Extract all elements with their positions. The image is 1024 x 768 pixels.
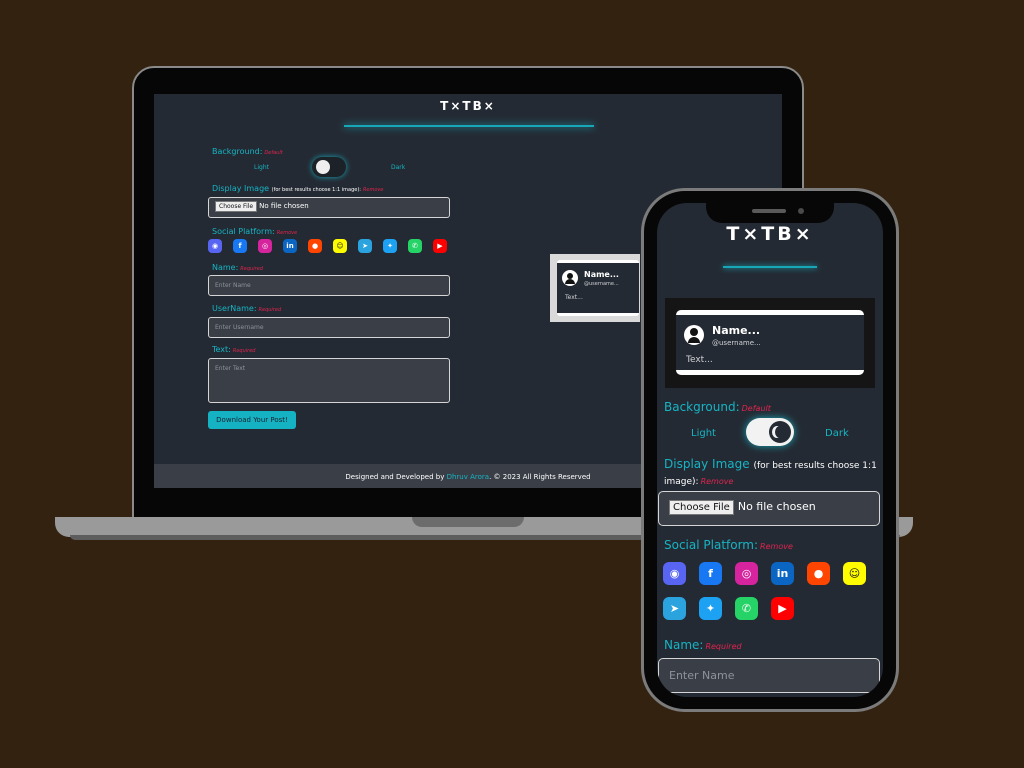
linkedin-icon[interactable]: in	[771, 562, 794, 585]
reddit-icon[interactable]: ●	[807, 562, 830, 585]
light-label: Light	[254, 164, 269, 171]
preview-username: @username...	[584, 281, 619, 287]
header-divider	[344, 125, 594, 127]
toggle-knob	[316, 160, 330, 174]
username-label: UserName: Required	[212, 304, 282, 313]
name-input[interactable]: Enter Name	[658, 658, 880, 693]
phone-speaker	[752, 209, 786, 213]
laptop-trackpad-notch	[412, 517, 524, 527]
background-label: Background: Default	[664, 400, 771, 414]
dark-label: Dark	[825, 428, 849, 439]
background-label: Background: Default	[212, 147, 283, 156]
app-logo: T×TB×	[726, 223, 814, 245]
post-preview: Name... @username... Text...	[550, 254, 640, 322]
name-label: Name: Required	[212, 263, 263, 272]
facebook-icon[interactable]: f	[699, 562, 722, 585]
preview-name: Name...	[584, 270, 619, 279]
moon-icon	[769, 421, 791, 443]
discord-icon[interactable]: ◉	[208, 239, 222, 253]
display-image-label: Display Image (for best results choose 1…	[664, 457, 877, 487]
instagram-icon[interactable]: ◎	[735, 562, 758, 585]
preview-text: Text...	[565, 294, 583, 301]
facebook-icon[interactable]: f	[233, 239, 247, 253]
reddit-icon[interactable]: ●	[308, 239, 322, 253]
snapchat-icon[interactable]: ☺	[333, 239, 347, 253]
social-platform-label: Social Platform: Remove	[212, 227, 298, 236]
social-icons-grid: ◉ f ◎ in ● ☺ ➤ ✦ ✆ ▶	[663, 562, 881, 620]
snapchat-icon[interactable]: ☺	[843, 562, 866, 585]
linkedin-icon[interactable]: in	[283, 239, 297, 253]
name-label: Name: Required	[664, 638, 742, 652]
no-file-text: No file chosen	[737, 500, 816, 513]
choose-file-button[interactable]: Choose File	[215, 201, 258, 212]
preview-username: @username...	[712, 339, 761, 347]
telegram-icon[interactable]: ➤	[663, 597, 686, 620]
download-button[interactable]: Download Your Post!	[208, 411, 296, 429]
preview-card: Name... @username... Text...	[557, 260, 639, 316]
app-logo: T×TB×	[440, 99, 496, 113]
twitter-icon[interactable]: ✦	[699, 597, 722, 620]
name-input[interactable]: Enter Name	[208, 275, 450, 296]
header-divider	[723, 266, 817, 268]
avatar	[684, 325, 704, 345]
theme-toggle[interactable]	[746, 418, 794, 446]
dark-label: Dark	[391, 164, 406, 171]
whatsapp-icon[interactable]: ✆	[735, 597, 758, 620]
choose-file-button[interactable]: Choose File	[669, 500, 734, 515]
no-file-text: No file chosen	[259, 202, 309, 210]
display-image-label: Display Image (for best results choose 1…	[212, 184, 384, 193]
post-preview: Name... @username... Text...	[665, 298, 875, 388]
theme-toggle[interactable]	[312, 157, 346, 177]
preview-text: Text...	[686, 355, 713, 365]
social-platform-label: Social Platform: Remove	[664, 538, 793, 552]
phone-screen: T×TB× Name... @username... Text... Backg…	[657, 203, 883, 697]
light-label: Light	[691, 428, 716, 439]
avatar	[562, 270, 578, 286]
author-link[interactable]: Dhruv Arora	[447, 473, 489, 481]
discord-icon[interactable]: ◉	[663, 562, 686, 585]
username-input[interactable]: Enter Username	[208, 317, 450, 338]
preview-name: Name...	[712, 324, 761, 337]
phone-camera	[798, 208, 804, 214]
text-area[interactable]: Enter Text	[208, 358, 450, 403]
telegram-icon[interactable]: ➤	[358, 239, 372, 253]
instagram-icon[interactable]: ◎	[258, 239, 272, 253]
preview-card: Name... @username... Text...	[676, 310, 864, 375]
text-label: Text: Required	[212, 345, 256, 354]
display-image-file-input[interactable]: Choose File No file chosen	[208, 197, 450, 218]
youtube-icon[interactable]: ▶	[433, 239, 447, 253]
whatsapp-icon[interactable]: ✆	[408, 239, 422, 253]
youtube-icon[interactable]: ▶	[771, 597, 794, 620]
social-icons-row: ◉ f ◎ in ● ☺ ➤ ✦ ✆ ▶	[208, 239, 447, 253]
twitter-icon[interactable]: ✦	[383, 239, 397, 253]
display-image-file-input[interactable]: Choose File No file chosen	[658, 491, 880, 526]
